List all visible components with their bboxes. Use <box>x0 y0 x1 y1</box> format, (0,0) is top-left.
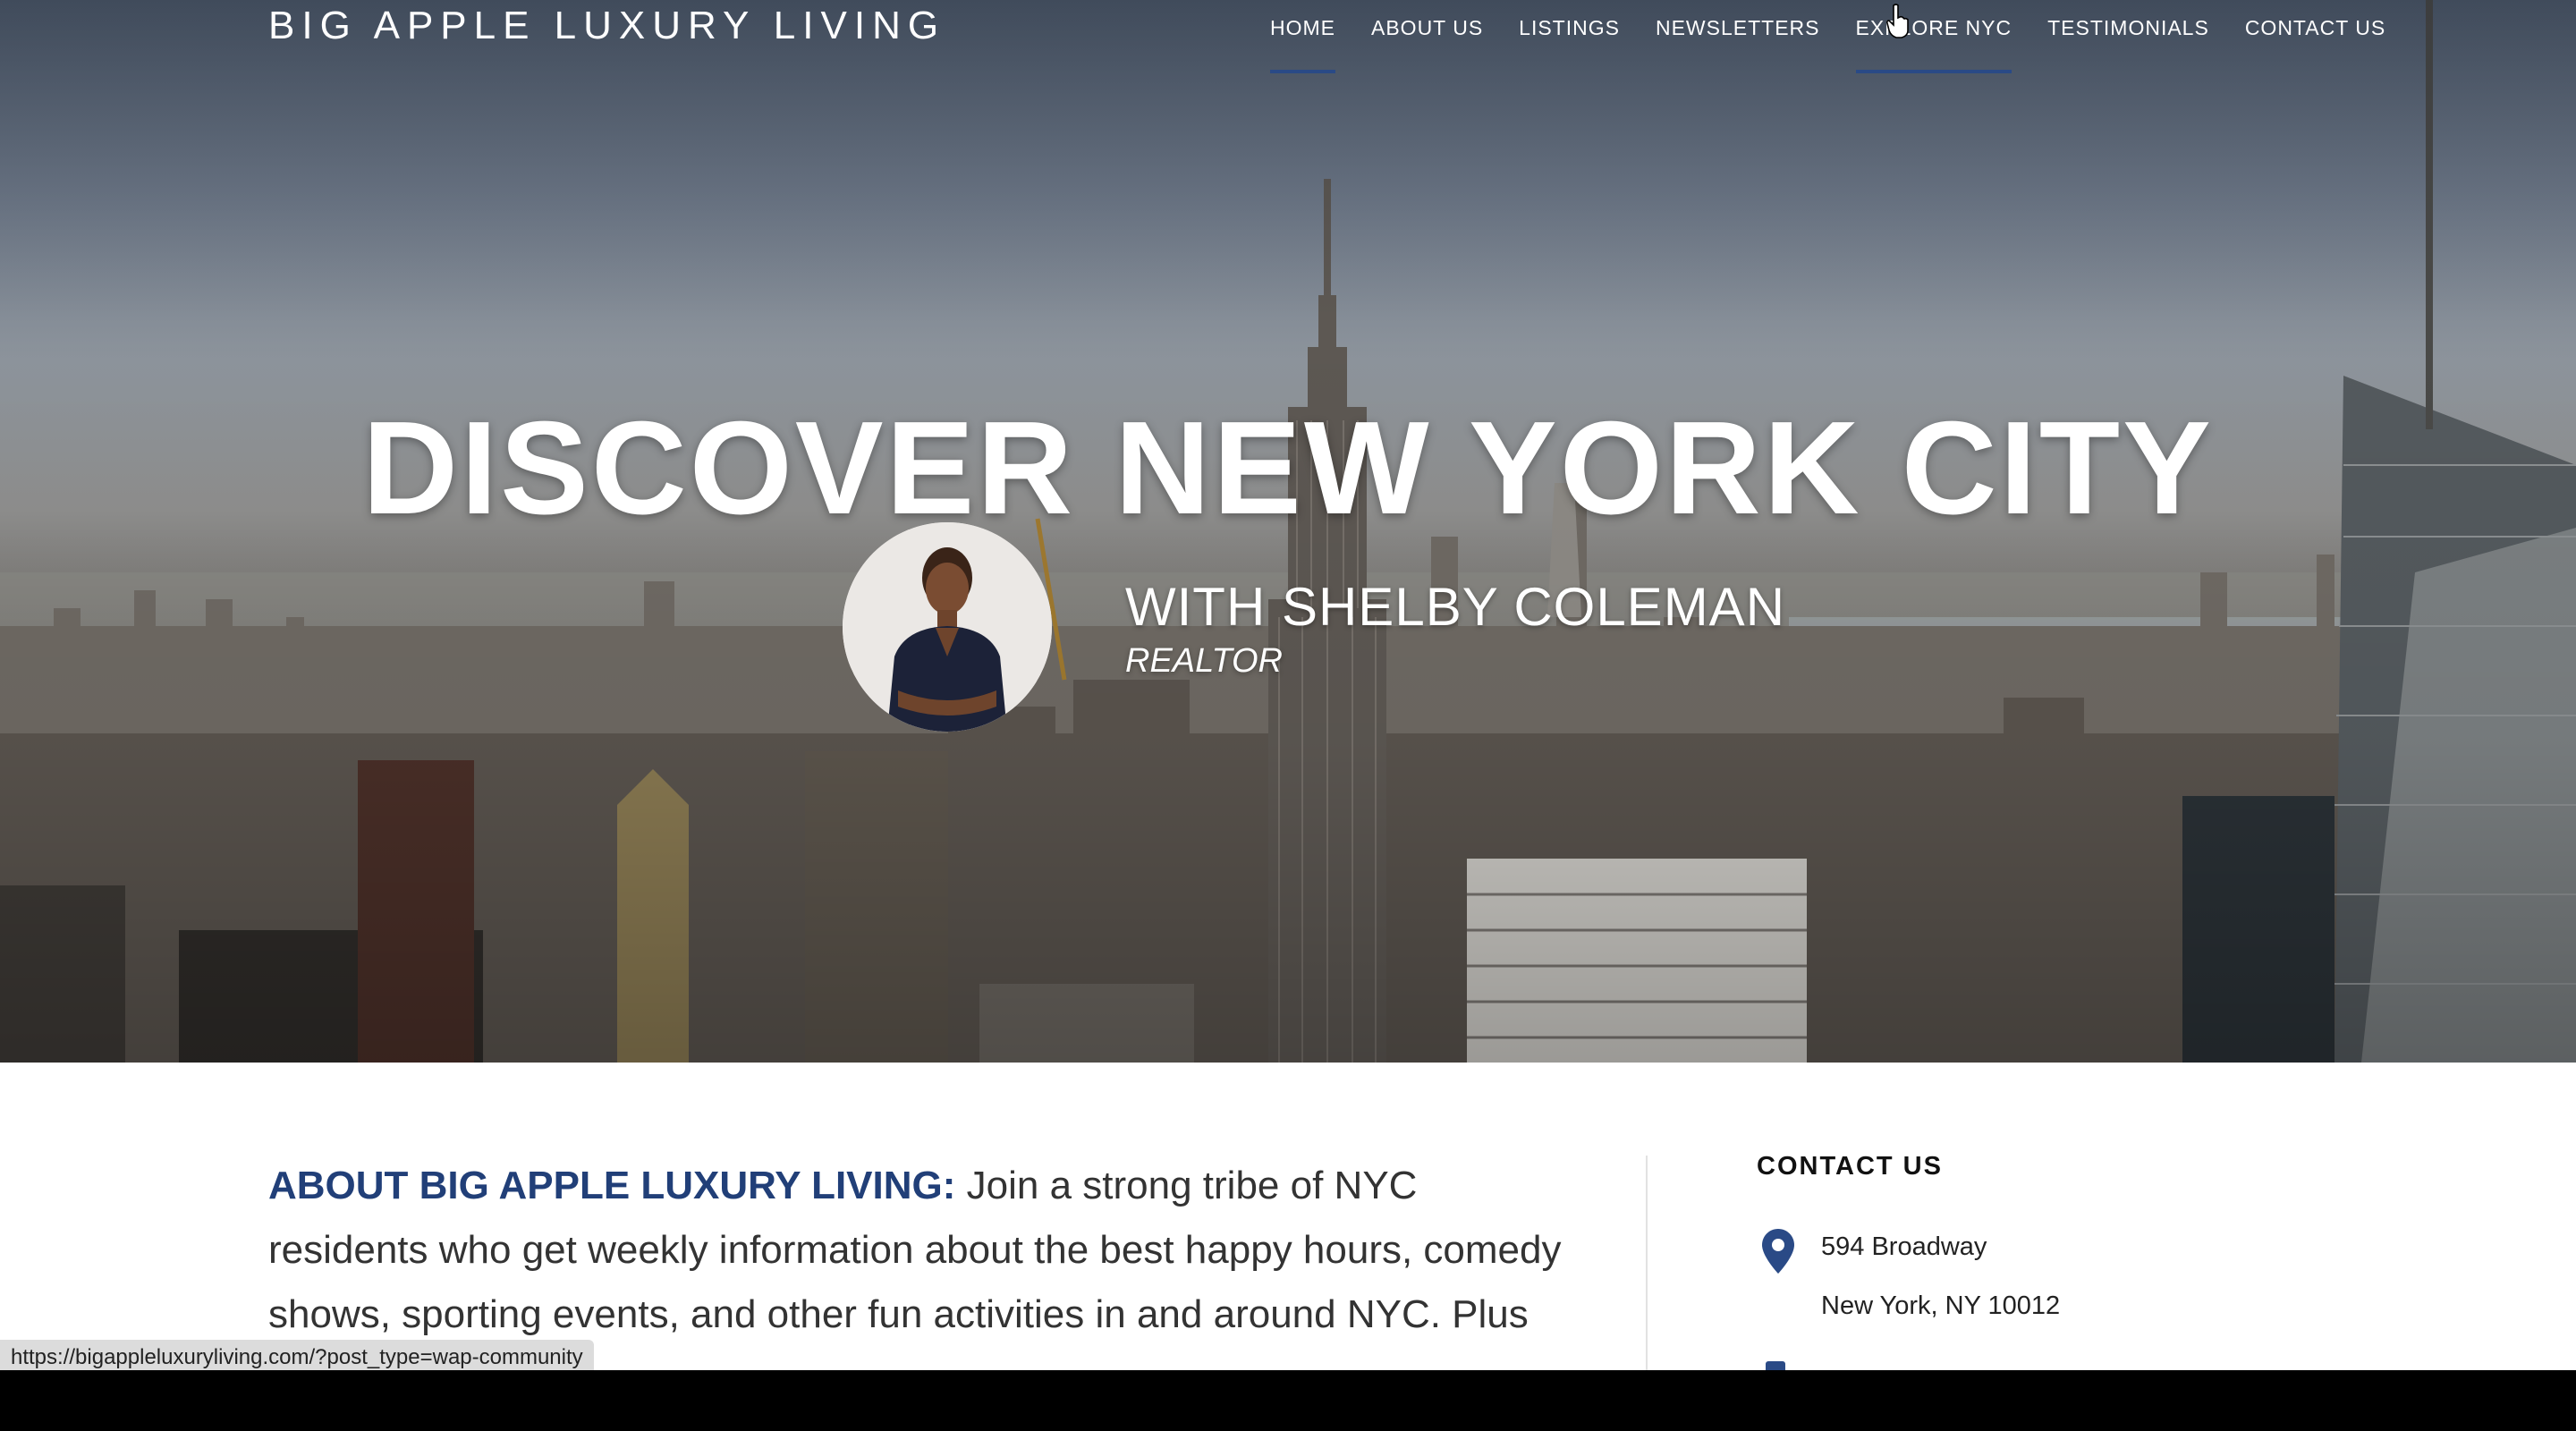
nav-hover-underline <box>1855 70 2012 73</box>
contact-address-line1: 594 Broadway <box>1821 1232 1987 1261</box>
nav-newsletters[interactable]: NEWSLETTERS <box>1638 0 1838 77</box>
nav-home-label: HOME <box>1270 16 1335 39</box>
nav-testimonials-label: TESTIMONIALS <box>2047 16 2209 39</box>
nav-contact-us[interactable]: CONTACT US <box>2227 0 2403 77</box>
nav-home[interactable]: HOME <box>1252 0 1353 77</box>
location-pin-icon <box>1762 1229 1794 1274</box>
nav-active-underline <box>1270 70 1335 73</box>
phone-icon <box>1766 1361 1785 1370</box>
nav-listings-label: LISTINGS <box>1519 16 1620 39</box>
nav-explore-nyc-label: EXPLORE NYC <box>1855 16 2012 39</box>
mouse-hand-cursor-icon <box>1885 4 1909 38</box>
browser-viewport: BIG APPLE LUXURY LIVING HOME ABOUT US LI… <box>0 0 2576 1370</box>
about-lead: ABOUT BIG APPLE LUXURY LIVING: <box>268 1164 956 1207</box>
realtor-role: REALTOR <box>1125 642 1283 680</box>
nav-testimonials[interactable]: TESTIMONIALS <box>2029 0 2227 77</box>
realtor-portrait-image <box>843 522 1052 732</box>
status-bar-url: https://bigappleluxuryliving.com/?post_t… <box>0 1340 594 1370</box>
about-paragraph: ABOUT BIG APPLE LUXURY LIVING: Join a st… <box>268 1154 1574 1370</box>
hero-section: BIG APPLE LUXURY LIVING HOME ABOUT US LI… <box>0 0 2576 1063</box>
nav-contact-us-label: CONTACT US <box>2244 16 2386 39</box>
contact-address-line2: New York, NY 10012 <box>1821 1291 2061 1320</box>
nav-explore-nyc[interactable]: EXPLORE NYC <box>1838 0 2030 77</box>
realtor-avatar <box>843 522 1052 732</box>
column-divider <box>1646 1156 1648 1370</box>
nav-about-us-label: ABOUT US <box>1371 16 1484 39</box>
site-brand-logo[interactable]: BIG APPLE LUXURY LIVING <box>268 4 945 48</box>
main-nav: HOME ABOUT US LISTINGS NEWSLETTERS EXPLO… <box>1252 0 2403 80</box>
nav-listings[interactable]: LISTINGS <box>1501 0 1638 77</box>
realtor-name: WITH SHELBY COLEMAN <box>1125 577 1786 637</box>
hero-title: DISCOVER NEW YORK CITY <box>362 394 2214 543</box>
contact-title: CONTACT US <box>1757 1152 1943 1181</box>
nav-newsletters-label: NEWSLETTERS <box>1655 16 1820 39</box>
nav-about-us[interactable]: ABOUT US <box>1353 0 1501 77</box>
